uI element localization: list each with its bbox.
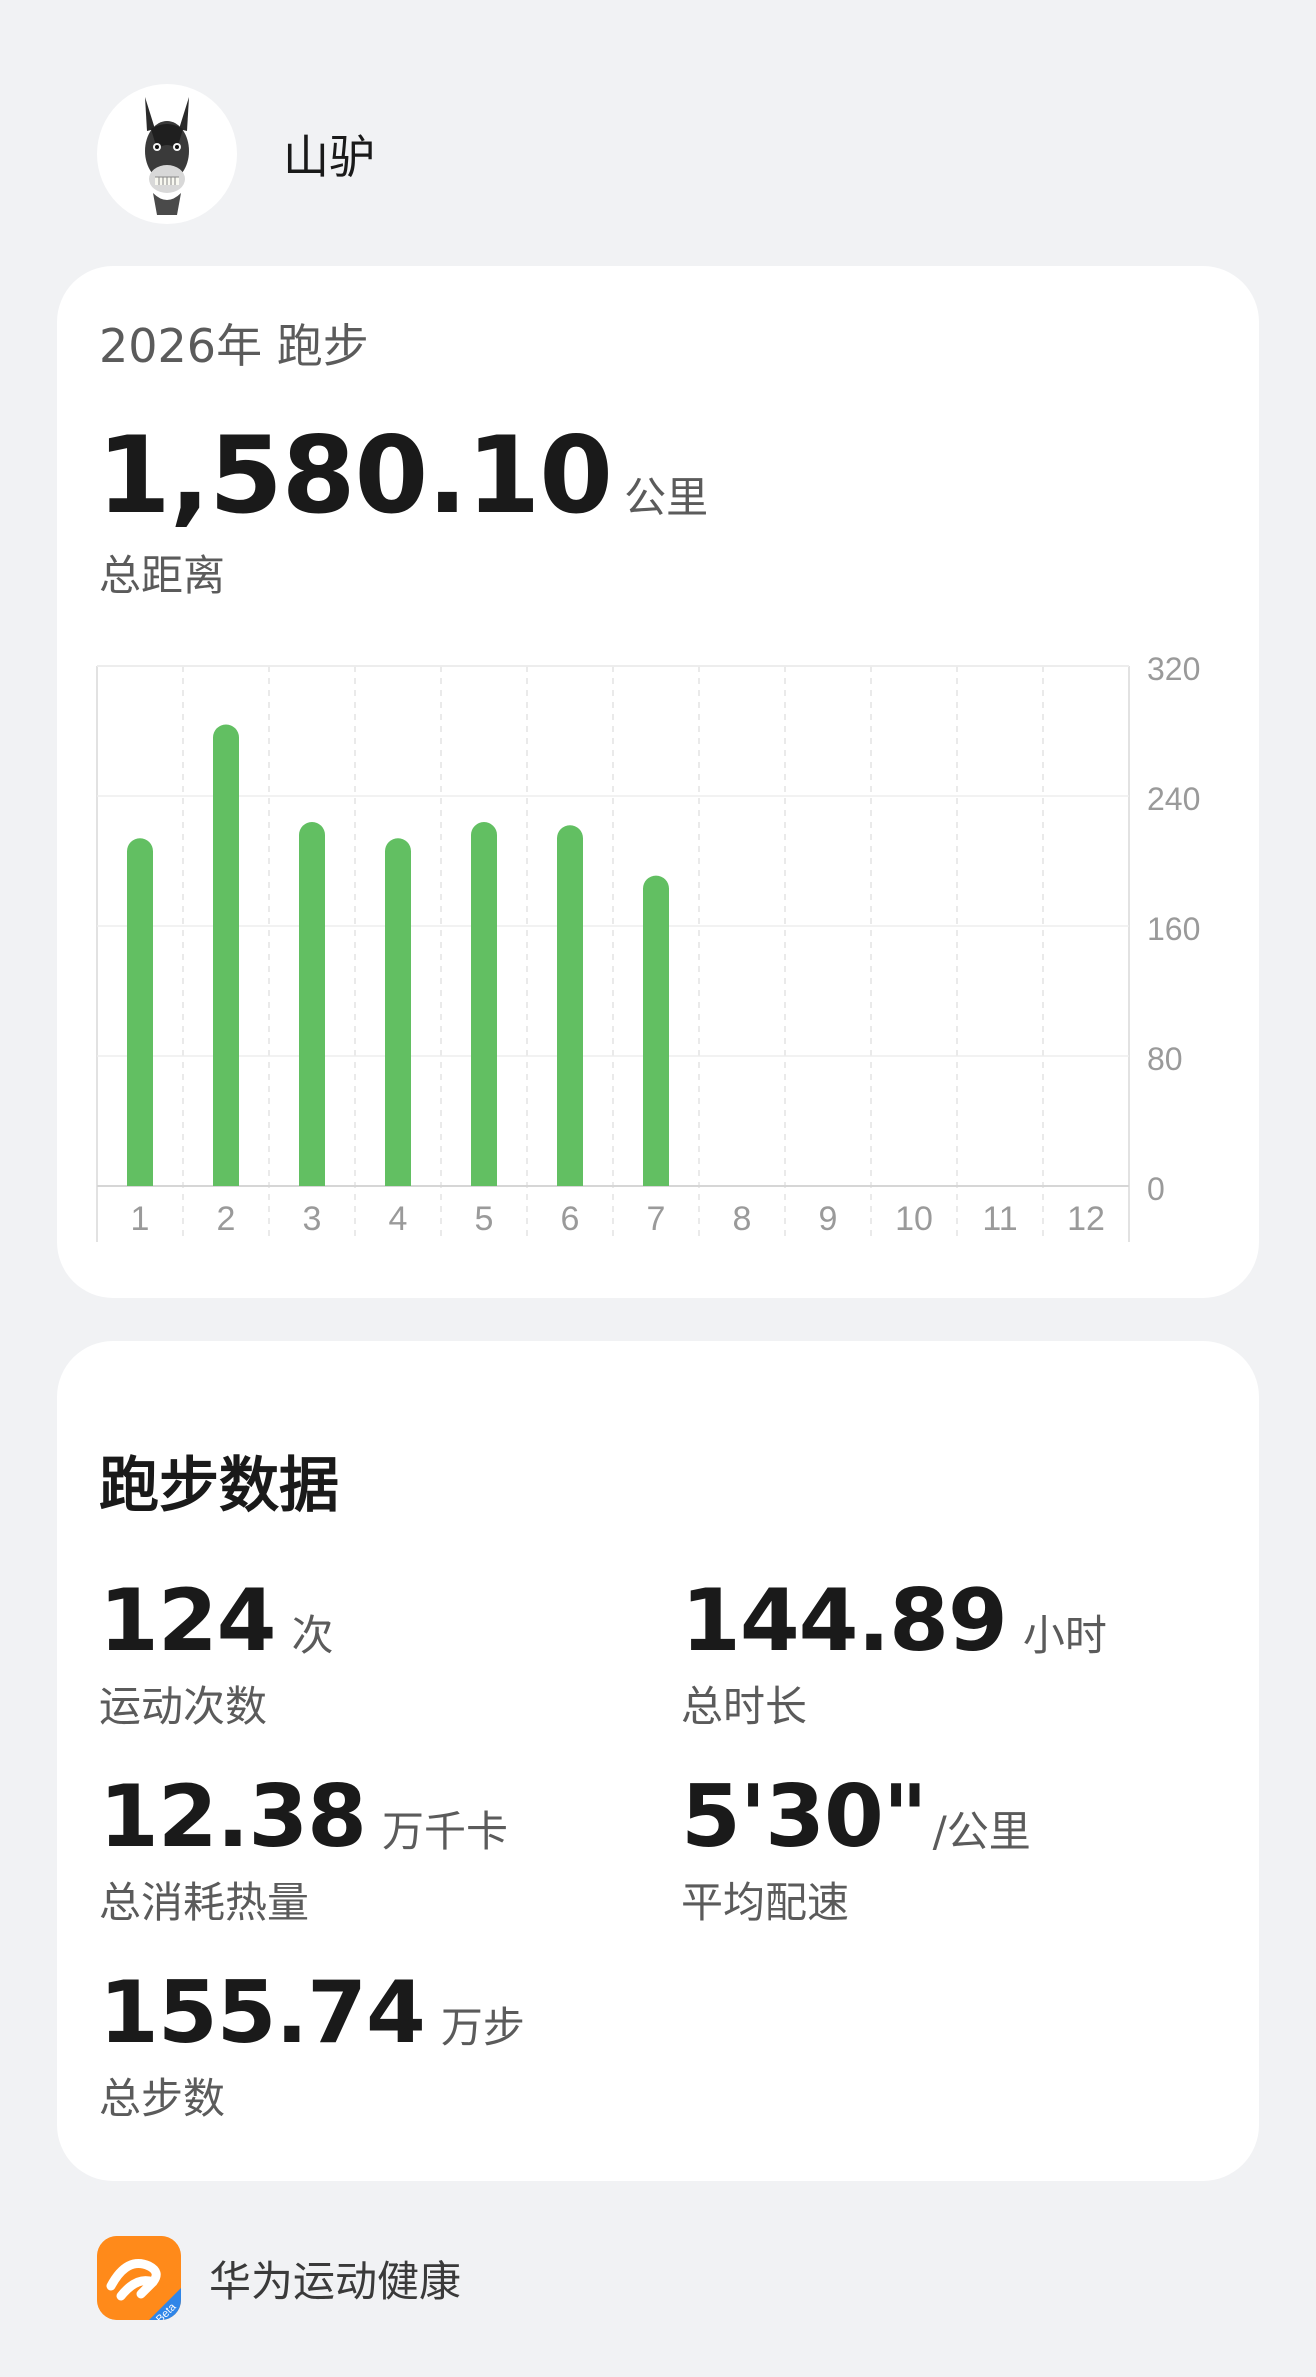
x-tick-label: 9 [819,1200,838,1238]
x-tick-label: 6 [561,1200,580,1238]
stat-label: 总消耗热量 [99,1878,310,1927]
stat-average-pace: 5'30" /公里 平均配速 [681,1767,1031,1930]
stat-total-calories: 12.38 万千卡 总消耗热量 [99,1767,508,1930]
chart-bar-month-2 [213,724,239,1186]
running-stats-card: 跑步数据 124 次 运动次数 144.89 小时 总时长 12.38 万千卡 … [57,1341,1259,2181]
x-tick-label: 12 [1067,1200,1105,1238]
stat-total-duration: 144.89 小时 总时长 [681,1571,1107,1734]
chart-bar-month-4 [385,838,411,1186]
stat-value: 144.89 [681,1571,1008,1671]
app-name: 华为运动健康 [209,2256,462,2306]
stat-value: 155.74 [99,1963,426,2063]
stat-unit: 次 [291,1611,334,1660]
stat-label: 运动次数 [99,1682,268,1731]
chart-bar-month-7 [643,875,669,1186]
running-summary-card[interactable]: 2026年 跑步 1,580.10 公里 总距离 0 80 160 240 320 1 2 3… [57,266,1259,1298]
y-tick-label: 240 [1147,781,1200,817]
x-tick-label: 11 [982,1200,1017,1238]
monthly-distance-chart[interactable]: 0801602403201 2 3 4 5 6 7 8 9 10 11 12 [57,266,1259,1298]
stat-workout-count: 124 次 运动次数 [99,1571,334,1734]
x-tick-label: 4 [389,1200,408,1238]
y-tick-label: 0 [1147,1171,1165,1207]
stat-value: 12.38 [99,1767,367,1867]
x-tick-label: 7 [647,1200,666,1238]
stat-label: 总时长 [681,1682,808,1731]
chart-bar-month-1 [127,838,153,1186]
stat-unit: 小时 [1022,1611,1107,1660]
username: 山驴 [283,130,375,184]
stat-total-steps: 155.74 万步 总步数 [99,1963,525,2126]
chart-bar-month-6 [557,825,583,1186]
stat-value: 5'30" [681,1767,928,1867]
huawei-health-beta-icon: Beta [97,2236,181,2320]
stat-label: 总步数 [99,2074,226,2123]
x-tick-label: 2 [217,1200,236,1238]
stat-unit: 万步 [440,2003,525,2052]
stat-unit: 万千卡 [382,1807,509,1856]
y-tick-label: 320 [1147,651,1200,687]
x-tick-label: 5 [475,1200,494,1238]
donkey-avatar-icon [145,97,189,215]
y-tick-label: 160 [1147,911,1200,947]
stat-value: 124 [99,1571,277,1671]
stat-label: 平均配速 [681,1878,850,1927]
x-tick-label: 3 [303,1200,322,1238]
stat-unit: /公里 [932,1807,1031,1856]
x-tick-label: 10 [895,1200,933,1238]
chart-bar-month-3 [299,822,325,1186]
stats-title: 跑步数据 [99,1451,339,1521]
x-tick-label: 1 [131,1200,150,1238]
chart-bar-month-5 [471,822,497,1186]
profile-header: 山驴 [97,84,375,224]
avatar[interactable] [97,84,237,224]
app-footer: Beta 华为运动健康 [97,2236,461,2320]
x-tick-label: 8 [733,1200,752,1238]
y-tick-label: 80 [1147,1041,1183,1077]
